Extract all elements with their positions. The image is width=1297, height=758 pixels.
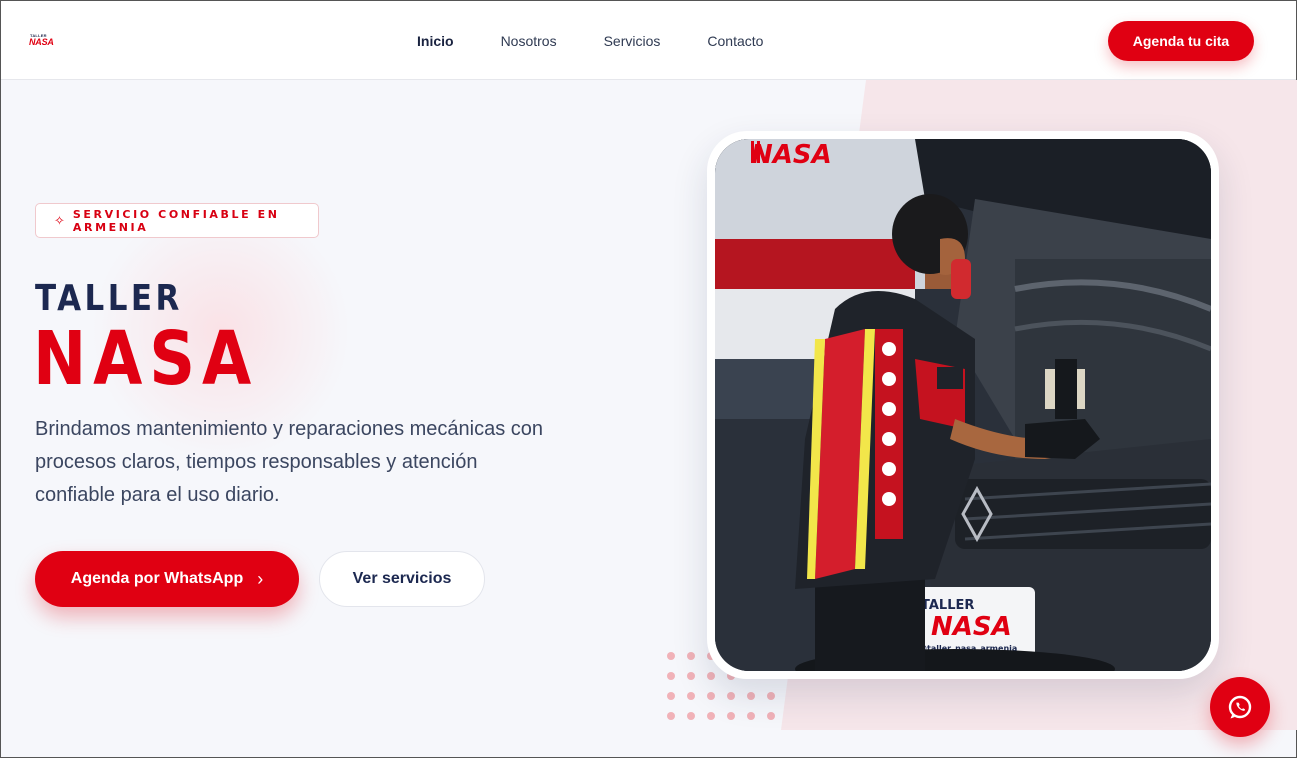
agenda-whatsapp-button[interactable]: Agenda por WhatsApp › <box>35 551 299 607</box>
ver-servicios-label: Ver servicios <box>352 570 452 587</box>
chevron-right-icon: › <box>257 568 264 589</box>
hero-badge: ✧ SERVICIO CONFIABLE EN ARMENIA <box>35 203 319 238</box>
hero-title-main: NASA <box>33 316 259 402</box>
logo-big-text: NASA <box>29 37 54 47</box>
agenda-cita-button[interactable]: Agenda tu cita <box>1108 21 1254 61</box>
ver-servicios-button[interactable]: Ver servicios <box>319 551 485 607</box>
logo[interactable]: TALLER NASA <box>29 33 63 47</box>
whatsapp-icon <box>1228 695 1252 719</box>
sparkle-icon: ✧ <box>54 213 65 228</box>
plate-top-text: TALLER <box>921 598 974 613</box>
hero-title-top: TALLER <box>35 278 183 319</box>
wall-brand-text: NASA <box>751 140 832 170</box>
plate-main-text: NASA <box>931 612 1012 642</box>
nav-inicio[interactable]: Inicio <box>417 32 454 50</box>
hero-photo-frame: NASA TALLER NASA @taller_nasa_armenia <box>707 131 1219 679</box>
agenda-whatsapp-label: Agenda por WhatsApp <box>70 570 244 587</box>
whatsapp-float-button[interactable] <box>1210 677 1270 737</box>
nav-servicios[interactable]: Servicios <box>604 32 661 50</box>
nav-nosotros[interactable]: Nosotros <box>501 32 557 50</box>
mechanic-photo: NASA TALLER NASA @taller_nasa_armenia <box>715 139 1211 671</box>
hero-badge-text: SERVICIO CONFIABLE EN ARMENIA <box>72 207 280 234</box>
site-header: TALLER NASA Inicio Nosotros Servicios Co… <box>1 1 1296 80</box>
nav-contacto[interactable]: Contacto <box>707 32 763 50</box>
main-nav: Inicio Nosotros Servicios Contacto <box>417 32 810 50</box>
hero-description: Brindamos mantenimiento y reparaciones m… <box>35 418 544 506</box>
